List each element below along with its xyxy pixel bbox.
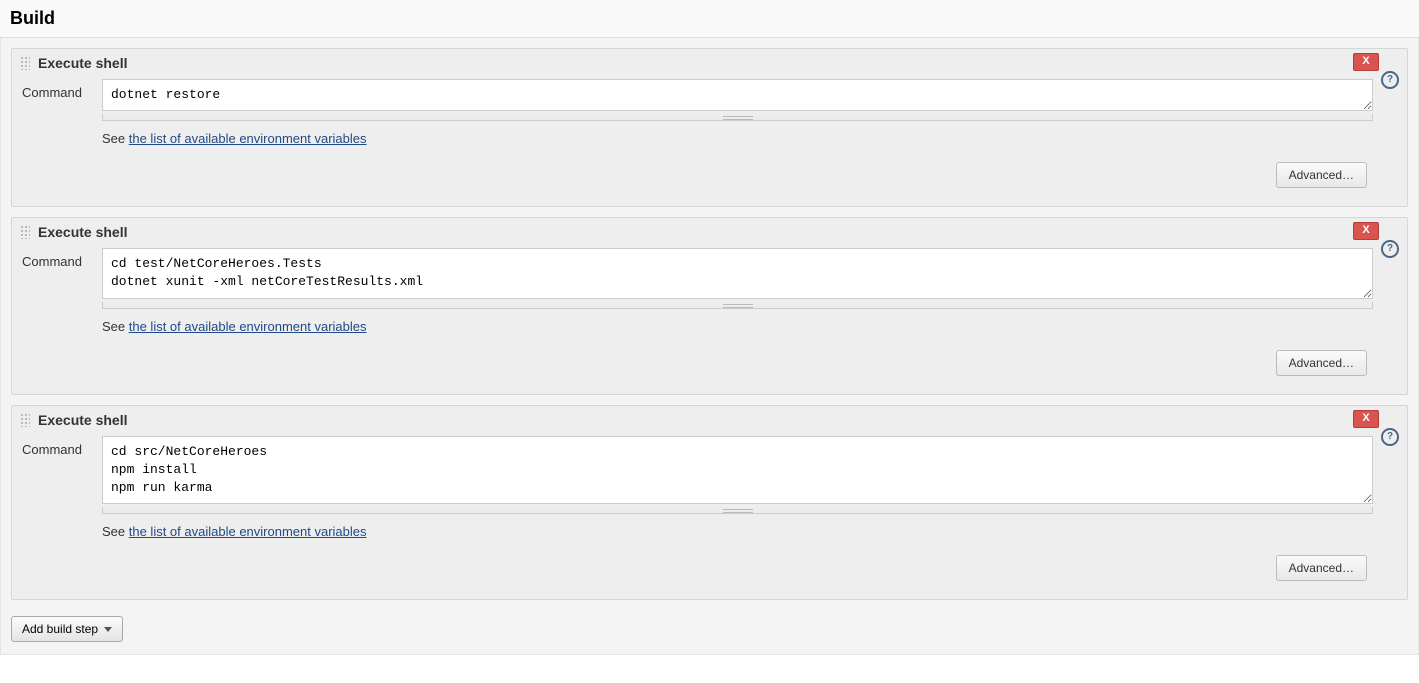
advanced-button[interactable]: Advanced… — [1276, 162, 1367, 188]
add-build-step-label: Add build step — [22, 622, 98, 636]
env-vars-help: See the list of available environment va… — [102, 524, 1397, 539]
env-vars-help: See the list of available environment va… — [102, 131, 1397, 146]
help-prefix: See — [102, 131, 129, 146]
command-input[interactable] — [102, 436, 1373, 505]
step-header: Execute shell — [12, 218, 1407, 244]
step-title: Execute shell — [38, 55, 128, 71]
drag-handle-icon[interactable] — [20, 56, 30, 70]
resize-handle[interactable] — [102, 114, 1373, 121]
help-icon[interactable]: ? — [1381, 428, 1399, 446]
env-vars-help: See the list of available environment va… — [102, 319, 1397, 334]
delete-step-button[interactable]: X — [1353, 222, 1379, 240]
step-title: Execute shell — [38, 412, 128, 428]
drag-handle-icon[interactable] — [20, 225, 30, 239]
help-prefix: See — [102, 319, 129, 334]
delete-step-button[interactable]: X — [1353, 53, 1379, 71]
step-title: Execute shell — [38, 224, 128, 240]
build-step: X ? Execute shell Command See the list o… — [11, 48, 1408, 207]
command-input[interactable] — [102, 248, 1373, 298]
command-input[interactable] — [102, 79, 1373, 111]
advanced-button[interactable]: Advanced… — [1276, 350, 1367, 376]
env-vars-link[interactable]: the list of available environment variab… — [129, 319, 367, 334]
add-build-step-button[interactable]: Add build step — [11, 616, 123, 642]
command-label: Command — [22, 79, 102, 100]
delete-step-button[interactable]: X — [1353, 410, 1379, 428]
build-step: X ? Execute shell Command See the list o… — [11, 217, 1408, 394]
advanced-button[interactable]: Advanced… — [1276, 555, 1367, 581]
dropdown-arrow-icon — [104, 627, 112, 632]
resize-handle[interactable] — [102, 302, 1373, 309]
section-title: Build — [0, 0, 1419, 38]
command-label: Command — [22, 248, 102, 269]
build-step: X ? Execute shell Command See the list o… — [11, 405, 1408, 601]
help-prefix: See — [102, 524, 129, 539]
command-label: Command — [22, 436, 102, 457]
env-vars-link[interactable]: the list of available environment variab… — [129, 524, 367, 539]
env-vars-link[interactable]: the list of available environment variab… — [129, 131, 367, 146]
step-header: Execute shell — [12, 49, 1407, 75]
drag-handle-icon[interactable] — [20, 413, 30, 427]
help-icon[interactable]: ? — [1381, 71, 1399, 89]
resize-handle[interactable] — [102, 507, 1373, 514]
build-section: X ? Execute shell Command See the list o… — [0, 38, 1419, 655]
step-header: Execute shell — [12, 406, 1407, 432]
